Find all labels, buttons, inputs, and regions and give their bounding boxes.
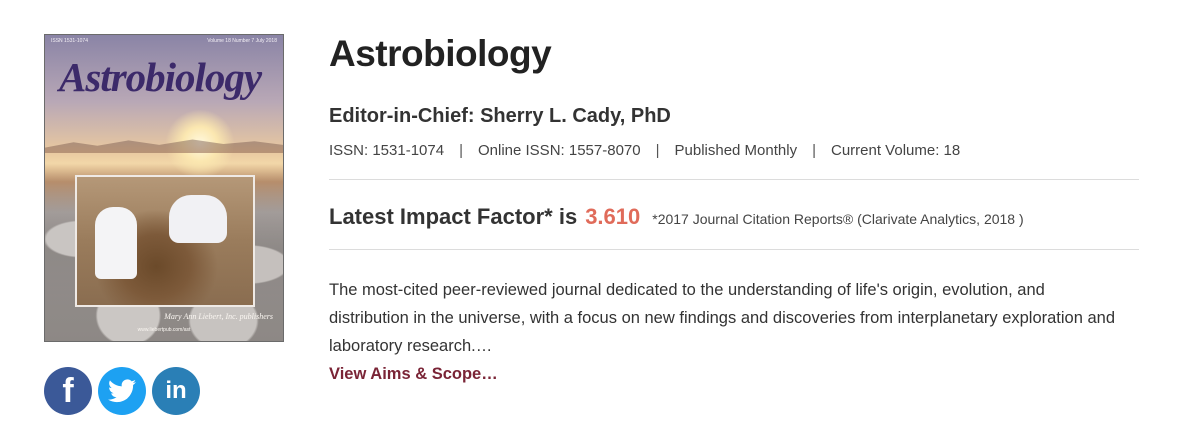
journal-description: The most-cited peer-reviewed journal ded…	[329, 276, 1129, 388]
editor-in-chief: Editor-in-Chief: Sherry L. Cady, PhD	[329, 105, 671, 127]
twitter-share-button[interactable]	[98, 367, 146, 415]
impact-factor-note: *2017 Journal Citation Reports® (Clariva…	[652, 211, 1024, 227]
impact-factor: Latest Impact Factor* is 3.610 *2017 Jou…	[329, 204, 1139, 230]
cover-mountains	[45, 139, 283, 153]
divider	[329, 179, 1139, 180]
cover-issn: ISSN 1531-1074	[51, 38, 88, 44]
journal-info: Astrobiology Editor-in-Chief: Sherry L. …	[329, 30, 1139, 388]
meta-separator: |	[812, 142, 816, 159]
cover-issue: Volume 18 Number 7 July 2018	[207, 38, 277, 44]
journal-cover-image: ISSN 1531-1074 Volume 18 Number 7 July 2…	[44, 34, 284, 342]
social-share-buttons: f in	[44, 367, 200, 415]
cover-figure-scientist	[169, 195, 227, 243]
meta-separator: |	[459, 142, 463, 159]
journal-meta: ISSN: 1531-1074 | Online ISSN: 1557-8070…	[329, 140, 1139, 162]
cover-title: Astrobiology	[59, 54, 262, 100]
cover-header-strip: ISSN 1531-1074 Volume 18 Number 7 July 2…	[45, 35, 283, 46]
cover-inset-photo	[75, 175, 255, 307]
facebook-share-button[interactable]: f	[44, 367, 92, 415]
publication-frequency: Published Monthly	[674, 142, 798, 159]
cover-publisher: Mary Ann Liebert, Inc. publishers	[164, 312, 273, 321]
linkedin-icon: in	[165, 377, 187, 404]
facebook-icon: f	[62, 371, 74, 410]
impact-factor-label: Latest Impact Factor* is	[329, 204, 578, 229]
meta-separator: |	[655, 142, 660, 159]
journal-title: Astrobiology	[329, 33, 552, 74]
view-aims-scope-link[interactable]: View Aims & Scope…	[329, 360, 1129, 388]
impact-factor-value: 3.610	[585, 204, 641, 229]
online-issn: Online ISSN: 1557-8070	[477, 142, 641, 159]
cover-url: www.liebertpub.com/ast	[137, 327, 191, 333]
cover-figure-scientist	[95, 207, 137, 279]
description-text: The most-cited peer-reviewed journal ded…	[329, 281, 1116, 355]
linkedin-share-button[interactable]: in	[152, 367, 200, 415]
current-volume: Current Volume: 18	[830, 142, 961, 159]
divider	[329, 249, 1139, 250]
issn: ISSN: 1531-1074	[329, 142, 445, 159]
twitter-icon	[108, 379, 136, 403]
